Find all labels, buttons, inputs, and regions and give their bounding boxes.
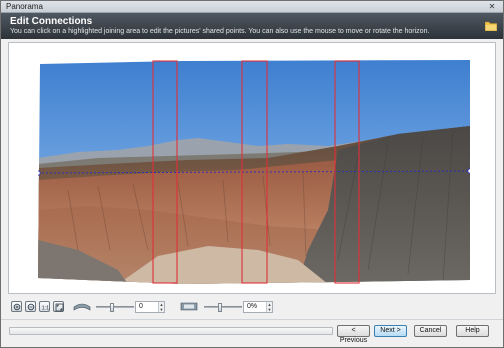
footer-divider — [1, 319, 503, 320]
title-bar: Panorama ✕ — [1, 1, 503, 13]
stretch-slider[interactable] — [204, 303, 242, 312]
cancel-button[interactable]: Cancel — [414, 325, 447, 337]
svg-text:1:1: 1:1 — [42, 306, 50, 312]
fit-to-window-button[interactable] — [53, 301, 64, 312]
zoom-out-button[interactable] — [25, 301, 36, 312]
fit-to-window-icon — [55, 303, 64, 312]
stretch-spinner[interactable]: 0% ▲ ▼ — [243, 301, 273, 313]
page-subtitle: You can click on a highlighted joining a… — [10, 28, 430, 35]
zoom-out-icon — [27, 303, 35, 311]
next-button[interactable]: Next > — [374, 325, 407, 337]
close-button[interactable]: ✕ — [485, 2, 499, 11]
actual-size-button[interactable]: 1:1 — [39, 301, 50, 312]
joining-area[interactable] — [334, 60, 360, 284]
wizard-header: Edit Connections You can click on a high… — [1, 13, 503, 39]
zoom-in-button[interactable] — [11, 301, 22, 312]
spin-down-icon[interactable]: ▼ — [267, 307, 272, 312]
joining-areas[interactable] — [38, 60, 470, 284]
stretch-icon — [180, 302, 198, 311]
stretch-value[interactable]: 0% — [247, 303, 257, 310]
window-title: Panorama — [6, 2, 43, 11]
rotation-value[interactable]: 0 — [139, 303, 143, 310]
joining-area[interactable] — [152, 60, 178, 284]
stretch-spin-arrows[interactable]: ▲ ▼ — [266, 302, 272, 312]
spin-down-icon[interactable]: ▼ — [159, 307, 164, 312]
rotation-slider[interactable] — [96, 303, 134, 312]
joining-area[interactable] — [241, 60, 268, 284]
previous-button[interactable]: < Previous — [337, 325, 370, 344]
rotation-spin-arrows[interactable]: ▲ ▼ — [158, 302, 164, 312]
help-button[interactable]: Help — [456, 325, 489, 337]
folder-icon[interactable] — [485, 21, 497, 31]
panorama-window: Panorama ✕ Edit Connections You can clic… — [0, 0, 504, 348]
edit-toolbar: 1:1 0 ▲ ▼ 0% ▲ ▼ — [8, 298, 496, 316]
panorama-image[interactable] — [38, 60, 470, 284]
rotate-icon — [73, 303, 91, 311]
progress-bar — [9, 327, 333, 335]
panorama-canvas[interactable] — [8, 42, 496, 294]
zoom-in-icon — [13, 303, 21, 311]
rotation-spinner[interactable]: 0 ▲ ▼ — [135, 301, 165, 313]
stretch-slider-thumb[interactable] — [218, 303, 222, 312]
rotation-slider-thumb[interactable] — [110, 303, 114, 312]
page-title: Edit Connections — [10, 16, 93, 27]
actual-size-icon: 1:1 — [42, 306, 50, 312]
